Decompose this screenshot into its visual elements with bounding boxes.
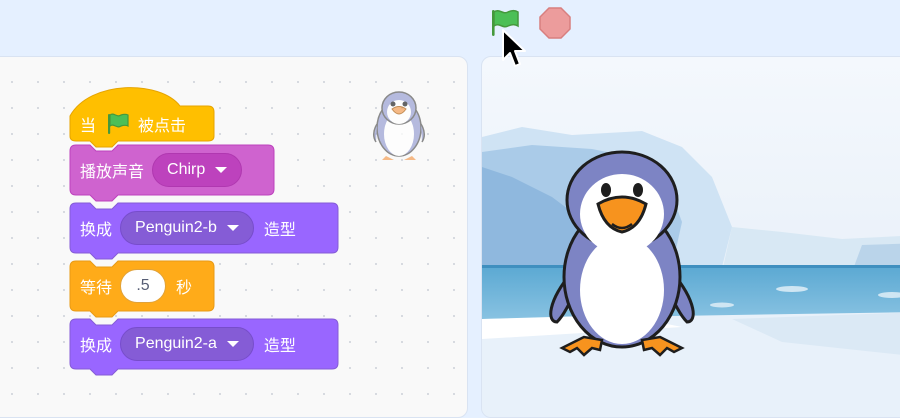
wait-block[interactable]: 等待 .5 秒 — [69, 260, 215, 318]
wait-label: 等待 — [80, 280, 113, 297]
switch-costume-label: 换成 — [80, 338, 113, 355]
wait-seconds-input[interactable]: .5 — [120, 269, 167, 303]
stop-button[interactable] — [537, 5, 573, 41]
sound-dropdown[interactable]: Chirp — [152, 153, 243, 187]
stop-icon — [539, 7, 571, 39]
switch-costume-suffix: 造型 — [263, 222, 296, 239]
stage-canvas — [482, 57, 900, 417]
switch-costume-label: 换成 — [80, 222, 113, 239]
play-sound-label: 播放声音 — [80, 164, 145, 181]
arctic-backdrop — [482, 57, 900, 417]
stage-header — [0, 0, 900, 55]
switch-costume-block[interactable]: 换成 Penguin2-a 造型 — [69, 318, 339, 376]
sprite-thumbnail — [368, 84, 430, 164]
hat-block-suffix: 被点击 — [138, 117, 187, 135]
penguin-sprite-icon — [373, 91, 425, 160]
dropdown-arrow-icon — [226, 341, 239, 347]
when-flag-clicked-block[interactable]: 当 被点击 — [69, 87, 215, 148]
switch-costume-suffix: 造型 — [263, 338, 296, 355]
costume-dropdown[interactable]: Penguin2-a — [120, 327, 254, 361]
sound-dropdown-value: Chirp — [167, 161, 206, 178]
wait-suffix: 秒 — [176, 280, 193, 297]
green-flag-icon — [108, 113, 129, 134]
dropdown-arrow-icon — [215, 167, 228, 173]
costume-dropdown-value: Penguin2-a — [135, 335, 217, 352]
costume-dropdown-value: Penguin2-b — [135, 219, 217, 236]
dropdown-arrow-icon — [226, 225, 239, 231]
hat-block-prefix: 当 — [80, 117, 97, 135]
mouse-cursor-icon — [502, 29, 526, 67]
costume-dropdown[interactable]: Penguin2-b — [120, 211, 254, 245]
stage[interactable] — [481, 56, 900, 418]
switch-costume-block[interactable]: 换成 Penguin2-b 造型 — [69, 202, 339, 260]
play-sound-block[interactable]: 播放声音 Chirp — [69, 144, 275, 202]
